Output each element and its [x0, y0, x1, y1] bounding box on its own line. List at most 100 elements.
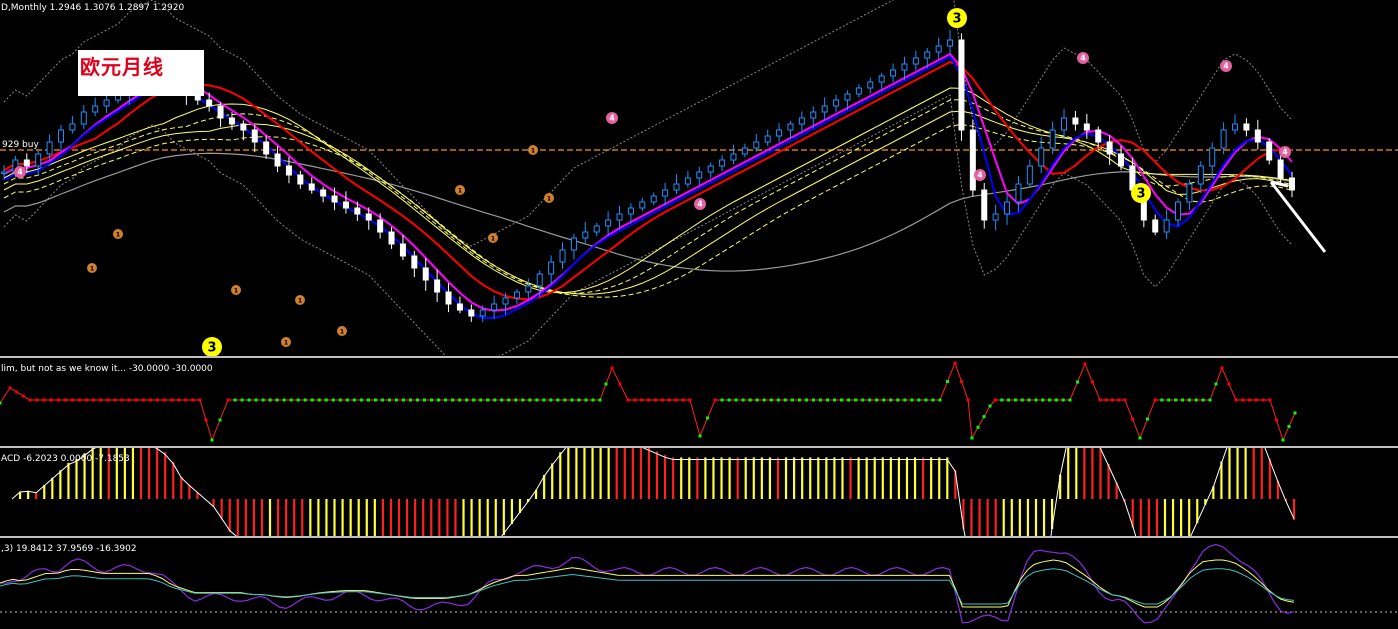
step-dot: [1068, 398, 1072, 402]
oscillator-chart: [0, 543, 1398, 624]
step-dot: [92, 398, 96, 402]
step-dot: [472, 398, 476, 402]
step-dot: [275, 398, 279, 402]
step-dot: [373, 398, 377, 402]
step-dot: [1123, 398, 1127, 402]
step-dot: [423, 398, 427, 402]
arrow-shaft: [1269, 181, 1327, 253]
step-dot: [1131, 417, 1134, 421]
step-dot: [127, 398, 131, 402]
candle-body: [536, 273, 543, 287]
step-dot: [486, 398, 490, 402]
indicator-pane-2[interactable]: ACD -6.2023 0.0000 -7.1853: [0, 448, 1398, 536]
step-dot: [1146, 417, 1149, 421]
wave-1-marker-label: 1: [90, 264, 95, 272]
wave-1-marker-label: 1: [116, 230, 121, 238]
step-dot: [387, 398, 391, 402]
candle-body: [992, 213, 999, 221]
candle-body: [627, 207, 634, 215]
candle-body: [890, 69, 897, 77]
step-dot: [833, 398, 837, 402]
step-dot: [953, 361, 957, 365]
step-dot: [667, 398, 671, 402]
candle-body: [365, 213, 372, 221]
step-dot: [296, 398, 300, 402]
step-dot: [359, 398, 363, 402]
wave-1-marker-label: 1: [547, 194, 552, 202]
step-dot: [1227, 382, 1231, 386]
step-dot: [1187, 398, 1191, 402]
step-dot: [804, 398, 808, 402]
step-dot: [465, 398, 469, 402]
candle-body: [1106, 141, 1113, 155]
indicator-pane-1[interactable]: lim, but not as we know it... -30.0000 -…: [0, 358, 1398, 446]
step-dot: [99, 398, 103, 402]
candle-body: [502, 297, 509, 305]
candle-body: [912, 57, 919, 65]
candle-body: [479, 309, 486, 317]
step-dot: [1117, 398, 1121, 402]
candle-body: [1118, 153, 1125, 167]
step-dot: [556, 398, 560, 402]
candle-body: [80, 111, 87, 125]
step-dot: [626, 398, 630, 402]
step-dot: [681, 398, 685, 402]
step-dot: [660, 398, 664, 402]
candle-body: [251, 129, 258, 143]
candle-body: [1232, 123, 1239, 131]
step-dot: [1220, 366, 1224, 370]
candle-body: [354, 207, 361, 215]
step-dot: [148, 398, 152, 402]
indicator-pane-3[interactable]: ,3) 19.8412 37.9569 -16.3902: [0, 538, 1398, 629]
step-dot: [317, 398, 321, 402]
step-dot: [1248, 398, 1252, 402]
step-dot: [163, 398, 167, 402]
wave-4-marker-label: 4: [1282, 148, 1288, 157]
candle-body: [798, 117, 805, 125]
step-dot: [1160, 398, 1164, 402]
step-dot: [811, 398, 815, 402]
overlay-title: 欧元月线: [80, 55, 164, 79]
candle-body: [924, 51, 931, 59]
step-dot: [1254, 398, 1258, 402]
step-dot: [28, 398, 32, 402]
step-dot: [282, 398, 286, 402]
candle-body: [662, 189, 669, 197]
step-dot: [931, 398, 935, 402]
candle-body: [981, 189, 988, 221]
step-dot: [170, 398, 174, 402]
step-dot: [875, 398, 879, 402]
candle-body: [388, 231, 395, 245]
step-dot: [748, 398, 752, 402]
candle-body: [844, 93, 851, 101]
candle-body: [525, 285, 532, 293]
candle-body: [1072, 117, 1079, 125]
step-dot: [49, 398, 53, 402]
step-dot: [177, 398, 181, 402]
candle-body: [1277, 159, 1284, 179]
step-dot: [380, 398, 384, 402]
step-dot: [1181, 398, 1184, 402]
candle-body: [1175, 201, 1182, 221]
macd-chart: [11, 448, 1296, 536]
candle-body: [821, 105, 828, 113]
step-dot: [769, 398, 773, 402]
step-dot: [1027, 398, 1031, 402]
step-dot: [408, 398, 412, 402]
candle-body: [947, 39, 954, 47]
candle-body: [582, 231, 589, 239]
price-pane[interactable]: 3 3 3 4 4 4 4 4 4 4 1 1 1 1 1 1 1 1 1 1 D,Monthly 1.2946 1.…: [0, 0, 1398, 356]
macd-signal-line: [11, 448, 1295, 536]
step-dot: [430, 398, 434, 402]
envelope-upper: [3, 0, 1293, 247]
step-dot: [1041, 398, 1045, 402]
step-dot: [790, 398, 794, 402]
step-dot: [896, 398, 900, 402]
candle-body: [1220, 129, 1227, 149]
step-dot: [458, 398, 462, 402]
step-dot: [247, 398, 251, 402]
step-dot: [1138, 436, 1142, 440]
step-dot: [63, 398, 67, 402]
step-dot: [970, 436, 974, 440]
wave-1-marker-label: 1: [531, 146, 536, 154]
